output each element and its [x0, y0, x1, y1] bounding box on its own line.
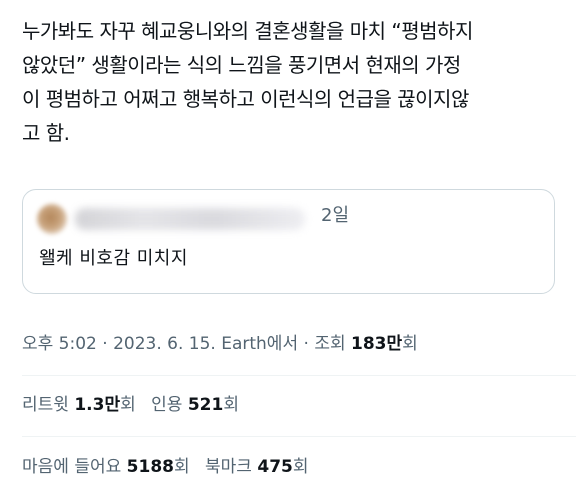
tweet-source: Earth에서 [215, 334, 299, 354]
quoted-tweet-text: 왤케 비호감 미치지 [39, 248, 188, 269]
quotes-unit: 회 [223, 395, 239, 415]
tweet-text-line: 누가봐도 자꾸 혜교웅니와의 결혼생활을 마치 “평범하지 [22, 19, 473, 43]
bookmarks-label: 북마크 [205, 457, 258, 477]
avatar[interactable] [37, 204, 67, 234]
likes-label: 마음에 들어요 [22, 457, 127, 477]
views-count: 183만 [351, 334, 403, 354]
bookmarks-unit: 회 [292, 457, 309, 477]
quotes-label: 인용 [151, 395, 188, 415]
meta-separator: · [96, 334, 114, 354]
bookmarks-stat[interactable]: 북마크 475회 [205, 454, 308, 480]
tweet-text: 누가봐도 자꾸 혜교웅니와의 결혼생활을 마치 “평범하지 않았던” 생활이라는… [22, 14, 570, 150]
tweet-time[interactable]: 오후 5:02 [22, 334, 97, 354]
quotes-count: 521 [187, 395, 224, 415]
meta-separator: · [298, 334, 315, 354]
divider [22, 375, 576, 376]
quotes-stat[interactable]: 인용 521회 [151, 392, 239, 418]
tweet-text-line: 고 함. [22, 121, 70, 145]
likes-stat[interactable]: 마음에 들어요 5188회 [22, 454, 190, 480]
likes-unit: 회 [173, 457, 190, 477]
engagement-stats-row-2: 마음에 들어요 5188회 북마크 475회 [22, 454, 319, 480]
tweet-date[interactable]: 2023. 6. 15. [113, 334, 216, 354]
divider [22, 436, 576, 437]
blurred-author-name [75, 208, 305, 230]
quoted-tweet-header [37, 204, 305, 234]
tweet-text-line: 않았던” 생활이라는 식의 느낌을 풍기면서 현재의 가정 [22, 53, 461, 77]
bookmarks-count: 475 [257, 457, 293, 477]
views-unit: 회 [402, 334, 418, 354]
tweet-text-line: 이 평범하고 어쩌고 행복하고 이런식의 언급을 끊이지않 [22, 87, 469, 111]
likes-count: 5188 [126, 457, 174, 477]
quoted-tweet-card[interactable]: 2일 왤케 비호감 미치지 [22, 189, 555, 294]
retweets-unit: 회 [120, 395, 136, 415]
views-label: 조회 [314, 334, 351, 354]
quoted-tweet-time[interactable]: 2일 [321, 202, 349, 230]
tweet-meta: 오후 5:02 · 2023. 6. 15. Earth에서 · 조회 183만… [22, 331, 418, 357]
retweets-label: 리트윗 [22, 395, 75, 415]
retweets-stat[interactable]: 리트윗 1.3만회 [22, 392, 136, 418]
engagement-stats-row-1: 리트윗 1.3만회 인용 521회 [22, 392, 249, 418]
retweets-count: 1.3만 [74, 395, 121, 415]
